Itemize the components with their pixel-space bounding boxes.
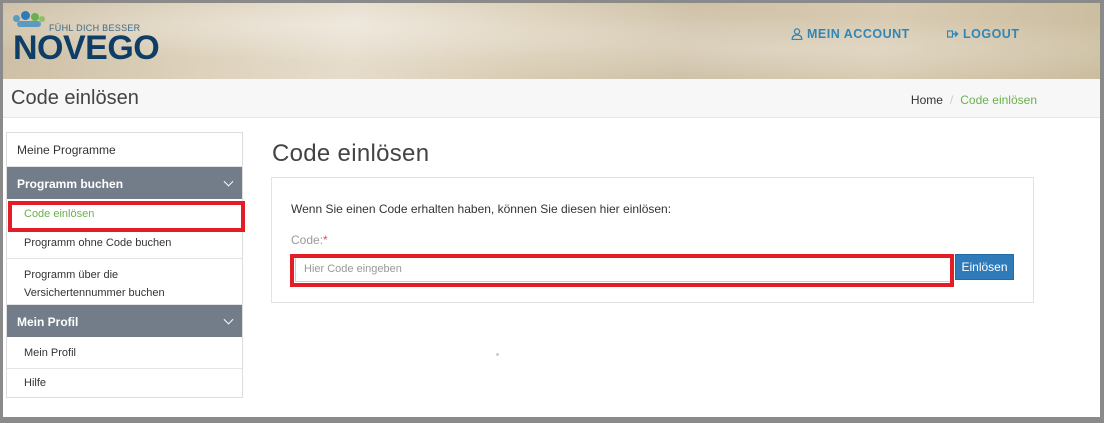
code-redeem-panel: Wenn Sie einen Code erhalten haben, könn…: [271, 177, 1034, 303]
mein-account-label: MEIN ACCOUNT: [807, 27, 910, 41]
novego-logo[interactable]: FÜHL DICH BESSER NOVEGO: [13, 11, 160, 71]
logout-link[interactable]: LOGOUT: [947, 27, 1019, 41]
sidebar-item-label: Programm ohne Code buchen: [24, 237, 172, 249]
page-title-bar: Code einlösen Home / Code einlösen: [3, 79, 1100, 118]
breadcrumb-current: Code einlösen: [960, 93, 1037, 107]
main-heading: Code einlösen: [272, 140, 430, 167]
code-label: Code:*: [291, 233, 328, 247]
breadcrumb-home-link[interactable]: Home: [911, 93, 943, 107]
chevron-down-icon: [223, 176, 234, 187]
logout-icon: [947, 30, 959, 38]
site-header: FÜHL DICH BESSER NOVEGO MEIN ACCOUNT LOG…: [3, 3, 1100, 79]
einloesen-button[interactable]: Einlösen: [955, 254, 1014, 280]
user-icon: [791, 28, 803, 40]
sidebar-group-title: Programm buchen: [17, 177, 124, 191]
chevron-down-icon: [223, 314, 234, 325]
required-asterisk: *: [323, 233, 328, 247]
sidebar-item-meine-programme[interactable]: Meine Programme: [7, 133, 242, 167]
breadcrumb: Home / Code einlösen: [911, 93, 1037, 107]
logout-label: LOGOUT: [963, 27, 1020, 41]
sidebar-item-label: Hilfe: [24, 377, 47, 389]
logo-brand: NOVEGO: [13, 29, 160, 67]
sidebar-item-label: Programm über die Versichertennummer buc…: [24, 269, 165, 299]
sidebar-item-label: Mein Profil: [24, 347, 76, 359]
sidebar-group-programm-buchen[interactable]: Programm buchen: [7, 167, 242, 199]
sidebar-item-code-einloesen[interactable]: Code einlösen: [7, 199, 242, 229]
people-logo-icon: [13, 11, 47, 27]
sidebar-item-label: Code einlösen: [24, 208, 95, 220]
intro-text: Wenn Sie einen Code erhalten haben, könn…: [291, 202, 672, 216]
mein-account-link[interactable]: MEIN ACCOUNT: [791, 27, 910, 41]
breadcrumb-separator: /: [949, 93, 954, 107]
sidebar-item-hilfe[interactable]: Hilfe: [7, 369, 242, 397]
sidebar-item-label: Meine Programme: [17, 143, 116, 157]
decorative-dot: [496, 353, 499, 356]
page-title: Code einlösen: [11, 87, 139, 109]
code-input[interactable]: [295, 256, 951, 282]
sidebar-group-title: Mein Profil: [17, 315, 79, 329]
sidebar-item-mein-profil[interactable]: Mein Profil: [7, 337, 242, 369]
sidebar-menu: Meine Programme Programm buchen Code ein…: [6, 132, 243, 398]
code-label-text: Code:: [291, 233, 324, 247]
sidebar-item-ohne-code[interactable]: Programm ohne Code buchen: [7, 229, 242, 259]
sidebar-item-versichertennummer[interactable]: Programm über die Versichertennummer buc…: [7, 259, 242, 305]
sidebar-group-mein-profil[interactable]: Mein Profil: [7, 305, 242, 337]
